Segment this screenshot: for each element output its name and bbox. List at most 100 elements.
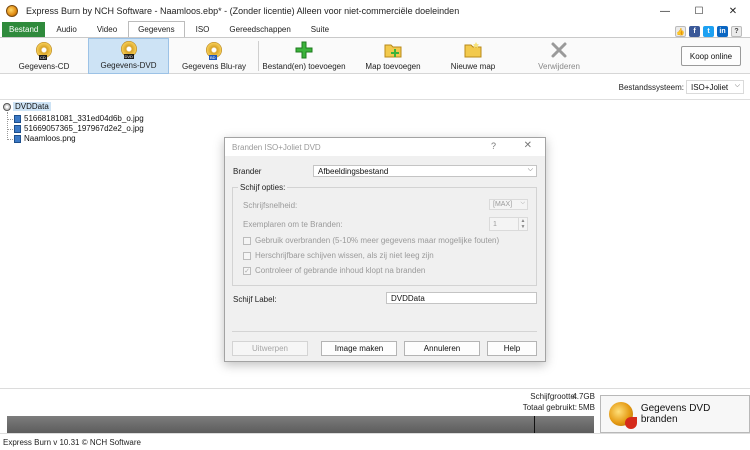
image-file-icon <box>14 124 21 133</box>
image-file-icon <box>14 134 21 143</box>
filesystem-label: Bestandssysteem: <box>618 83 684 92</box>
image-file-icon <box>14 114 21 123</box>
menu-gegevens[interactable]: Gegevens <box>128 21 185 37</box>
gegevens-cd-label: Gegevens-CD <box>18 62 70 71</box>
disc-size-label: Schijfgrootte: <box>530 392 577 401</box>
add-files-button[interactable]: Bestand(en) toevoegen <box>262 38 346 74</box>
chevron-down-icon: ⌵ <box>527 166 533 173</box>
tree-root[interactable]: DVDData <box>3 102 51 111</box>
speed-label: Schrijfsnelheid: <box>243 201 298 210</box>
disc-label-value: DVDData <box>391 293 425 303</box>
maximize-button[interactable]: ☐ <box>682 0 716 22</box>
total-used-label: Totaal gebruikt: <box>522 403 577 412</box>
copies-value: 1 <box>493 220 497 228</box>
toolbar-separator <box>258 41 259 71</box>
disc-label-input[interactable]: DVDData <box>386 292 537 304</box>
menu-audio[interactable]: Audio <box>47 22 85 37</box>
status-bar: Express Burn v 10.31 © NCH Software <box>0 433 750 450</box>
menu-gereedschappen[interactable]: Gereedschappen <box>220 22 299 37</box>
window-controls: — ☐ ✕ <box>648 0 750 22</box>
remove-label: Verwijderen <box>538 62 580 71</box>
help-icon[interactable]: ? <box>731 26 742 37</box>
bottom-panel: Schijfgrootte: 4.7GB Totaal gebruikt: 5M… <box>0 388 750 433</box>
filesystem-value: ISO+Joliet <box>691 82 729 92</box>
stepper-arrows-icon[interactable]: ▲ ▼ <box>518 218 527 230</box>
buy-online-button[interactable]: Koop online <box>681 46 741 66</box>
overburn-option[interactable]: Gebruik overbranden (5-10% meer gegevens… <box>243 236 499 245</box>
linkedin-icon[interactable]: in <box>717 26 728 37</box>
burn-disc-icon <box>609 402 637 429</box>
erase-rewritable-option[interactable]: Herschrijfbare schijven wissen, als zij … <box>243 251 434 260</box>
brander-label: Brander <box>233 167 262 176</box>
gegevens-cd-button[interactable]: CD Gegevens-CD <box>0 38 88 74</box>
add-plus-icon <box>295 41 313 59</box>
eject-button[interactable]: Uitwerpen <box>232 341 308 356</box>
tree-file-item[interactable]: Naamloos.png <box>14 134 76 143</box>
verify-label: Controleer of gebrande inhoud klopt na b… <box>255 266 426 275</box>
add-folder-icon <box>384 41 402 59</box>
erase-rewritable-checkbox[interactable] <box>243 251 251 260</box>
minimize-button[interactable]: — <box>648 0 682 22</box>
burn-dvd-label: Gegevens DVD branden <box>640 403 711 425</box>
burn-dialog: Branden ISO+Joliet DVD ? ✕ Brander Afbee… <box>224 137 546 362</box>
speed-value: [MAX] <box>493 201 513 208</box>
tree-line <box>8 119 13 120</box>
tree-file-label: 51669057365_197967d2e2_o.jpg <box>24 124 144 133</box>
twitter-icon[interactable]: t <box>703 26 714 37</box>
menu-bestand[interactable]: Bestand <box>2 22 46 37</box>
tree-file-item[interactable]: 51668181081_331ed04d6b_o.jpg <box>14 114 144 123</box>
speed-select[interactable]: [MAX] ⌵ <box>489 199 528 210</box>
filesystem-select[interactable]: ISO+Joliet ⌵ <box>686 80 744 94</box>
copies-stepper[interactable]: 1 ▲ ▼ <box>489 217 528 231</box>
menu-iso[interactable]: ISO <box>187 22 219 37</box>
create-image-button[interactable]: Image maken <box>321 341 397 356</box>
add-folder-button[interactable]: Map toevoegen <box>356 38 430 74</box>
toolbar: CD Gegevens-CD DVD Gegevens-DVD BD Gegev… <box>0 38 750 74</box>
close-button[interactable]: ✕ <box>716 0 750 22</box>
add-folder-label: Map toevoegen <box>365 62 421 71</box>
brander-select[interactable]: Afbeeldingsbestand ⌵ <box>313 165 537 177</box>
window-title: Express Burn by NCH Software - Naamloos.… <box>26 6 460 16</box>
cancel-button[interactable]: Annuleren <box>404 341 480 356</box>
disc-options-title: Schijf opties: <box>238 183 288 192</box>
menu-video[interactable]: Video <box>88 22 126 37</box>
dvd-disc-icon: DVD <box>120 40 138 59</box>
disc-size-value: 4.7GB <box>572 392 595 401</box>
remove-button[interactable]: Verwijderen <box>528 38 590 74</box>
bluray-disc-icon: BD <box>205 41 223 60</box>
brander-value: Afbeeldingsbestand <box>318 166 389 176</box>
overburn-checkbox[interactable] <box>243 236 251 245</box>
verify-option[interactable]: ✓ Controleer of gebrande inhoud klopt na… <box>243 266 425 275</box>
remove-x-icon <box>550 41 568 59</box>
cd-disc-icon: CD <box>35 41 53 60</box>
tree-file-item[interactable]: 51669057365_197967d2e2_o.jpg <box>14 124 144 133</box>
help-button[interactable]: Help <box>487 341 537 356</box>
chevron-down-icon: ⌵ <box>520 200 525 206</box>
gegevens-bluray-button[interactable]: BD Gegevens Blu-ray <box>172 38 256 74</box>
disc-icon <box>3 102 11 111</box>
tree-file-label: 51668181081_331ed04d6b_o.jpg <box>24 114 144 123</box>
gegevens-dvd-button[interactable]: DVD Gegevens-DVD <box>88 38 169 74</box>
gegevens-bluray-label: Gegevens Blu-ray <box>181 62 247 71</box>
burn-dvd-button[interactable]: Gegevens DVD branden <box>600 395 750 433</box>
dialog-help-icon[interactable]: ? <box>491 141 496 151</box>
menu-suite[interactable]: Suite <box>302 22 338 37</box>
dialog-separator <box>232 331 537 332</box>
copies-label: Exemplaren om te Branden: <box>243 220 343 229</box>
add-files-label: Bestand(en) toevoegen <box>262 62 346 71</box>
like-icon[interactable]: 👍 <box>675 26 686 37</box>
new-folder-button[interactable]: Nieuwe map <box>440 38 506 74</box>
overburn-label: Gebruik overbranden (5-10% meer gegevens… <box>255 236 500 245</box>
verify-checkbox[interactable]: ✓ <box>243 266 251 275</box>
facebook-icon[interactable]: f <box>689 26 700 37</box>
filesystem-strip: Bestandssysteem: ISO+Joliet ⌵ <box>0 74 750 100</box>
dialog-title: Branden ISO+Joliet DVD <box>232 142 321 152</box>
tree-root-label: DVDData <box>13 102 51 111</box>
app-icon <box>6 5 18 17</box>
title-bar: Express Burn by NCH Software - Naamloos.… <box>0 0 750 22</box>
tree-line <box>8 139 13 140</box>
disc-usage-bar <box>7 416 594 433</box>
chevron-down-icon: ⌵ <box>734 82 740 89</box>
dialog-close-icon[interactable]: ✕ <box>524 140 532 151</box>
tree-line <box>8 129 13 130</box>
